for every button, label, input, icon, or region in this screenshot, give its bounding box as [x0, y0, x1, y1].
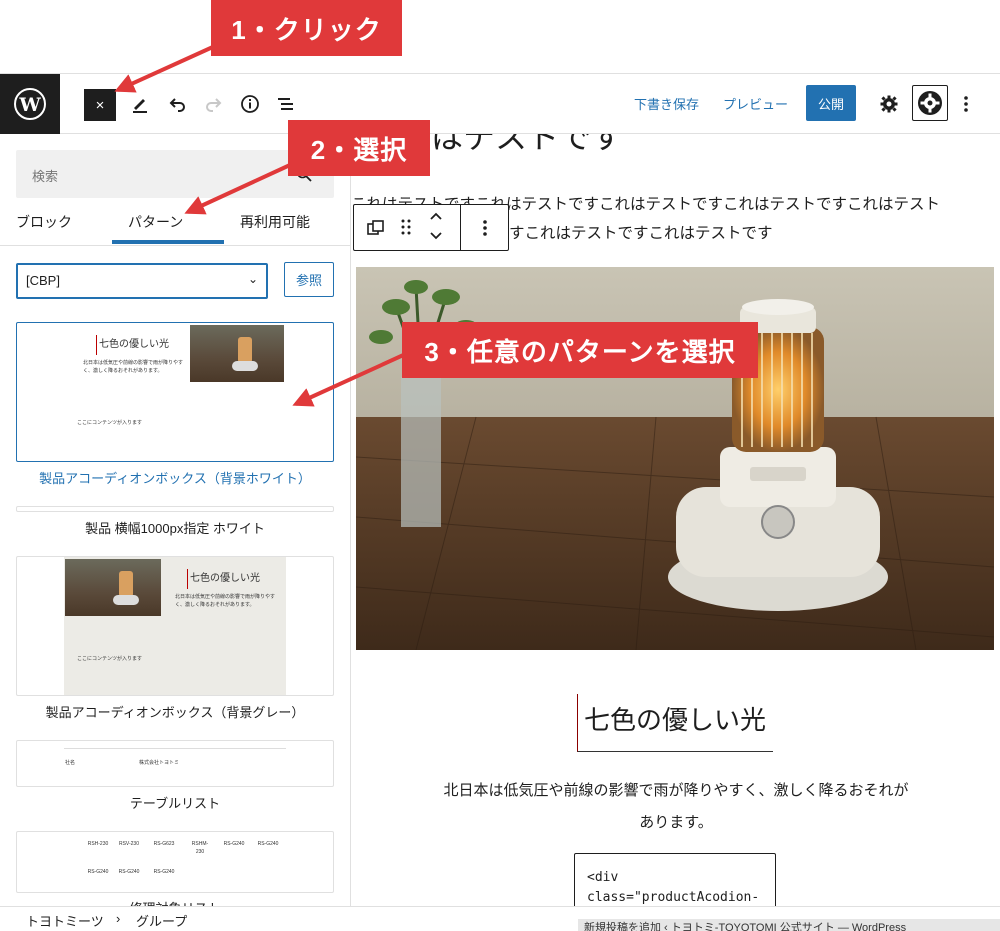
annotation-step3: 3・任意のパターンを選択: [402, 322, 758, 378]
content-heading[interactable]: 七色の優しい光: [577, 694, 773, 752]
active-tab-indicator: [112, 240, 224, 244]
search-input[interactable]: 検索: [16, 150, 334, 198]
preview-item: RS-G240: [257, 841, 279, 847]
breadcrumb-item-document[interactable]: トヨトミーツ: [26, 911, 104, 930]
chevron-down-icon: ⌄: [247, 272, 258, 286]
preview-placeholder: ここにコンテンツが入ります: [77, 420, 143, 426]
breadcrumb-item-group[interactable]: グループ: [136, 911, 187, 930]
inserter-panel: 検索 ブロック パターン 再利用可能 [CBP] ⌄ 参照 七色の優しい光 北日…: [0, 134, 351, 906]
drag-handle[interactable]: [400, 217, 412, 242]
list-view-icon: [278, 98, 293, 110]
preview-item: RSV-230: [118, 841, 139, 847]
move-down-button[interactable]: [429, 229, 443, 248]
preview-heading-accent: [187, 569, 188, 589]
close-inserter-button[interactable]: ×: [84, 89, 116, 121]
pattern-preview-width-1000[interactable]: [16, 506, 334, 512]
wordpress-icon: W: [14, 88, 46, 120]
wordpress-logo[interactable]: W: [0, 74, 60, 134]
pattern-preview-accordion-white[interactable]: 七色の優しい光 北日本は低気圧や前線の影響で雨が降りやすく、激しく降るおそれがあ…: [16, 322, 334, 462]
drag-handle-icon: [401, 219, 411, 235]
tab-patterns[interactable]: パターン: [128, 212, 183, 232]
html-block[interactable]: <div class="productAcodion-: [574, 853, 776, 906]
options-button[interactable]: [950, 88, 982, 120]
code-line: class="productAcodion-: [587, 890, 760, 905]
close-icon: ×: [95, 96, 105, 114]
editor-screen: W × 下書き保存 プレビュー 公開 検索 ブロック パターン 再利用可能 [C…: [0, 0, 1000, 931]
browse-patterns-button[interactable]: 参照: [284, 262, 334, 297]
toolbar-divider: [460, 205, 461, 250]
code-line: <div: [587, 870, 619, 885]
pattern-category-select[interactable]: [CBP] ⌄: [16, 263, 268, 299]
pattern-preview-table-list[interactable]: 社名 株式会社トヨトミ: [16, 740, 334, 787]
details-button[interactable]: [234, 88, 266, 120]
preview-placeholder: ここにコンテンツが入ります: [77, 656, 143, 662]
preview-item: RS-G623: [153, 841, 175, 847]
preview-heater-image: [65, 559, 161, 616]
preview-text: 北日本は低気圧や前線の影響で雨が降りやすく、激しく降るおそれがあります。: [83, 360, 184, 374]
undo-button[interactable]: [162, 88, 194, 120]
preview-text: 北日本は低気圧や前線の影響で雨が降りやすく、激しく降るおそれがあります。: [175, 594, 276, 608]
pattern-preview-repair-list[interactable]: RSH-230 RSV-230 RS-G623 RSHM-230 RS-G240…: [16, 831, 334, 893]
pattern-label-accordion-gray[interactable]: 製品アコーディオンボックス（背景グレー）: [16, 702, 334, 721]
breadcrumb-separator: ›: [116, 911, 121, 926]
gear-icon: [880, 95, 898, 113]
block-options-button[interactable]: [482, 218, 488, 243]
plugin-gear-icon: [918, 91, 942, 115]
preview-table-rule: [64, 748, 286, 749]
block-toolbar: [353, 204, 509, 251]
preview-item: RSH-230: [87, 841, 109, 847]
preview-heater-image: [190, 325, 284, 382]
list-view-button[interactable]: [270, 88, 302, 120]
browser-status-tooltip: 新規投稿を追加 ‹ トヨトミ-TOYOTOMI 公式サイト — WordPres…: [578, 919, 1000, 931]
pencil-icon: [133, 99, 147, 113]
preview-item: RS-G240: [118, 869, 140, 875]
transform-block-button[interactable]: [366, 218, 386, 243]
preview-heading: 七色の優しい光: [99, 339, 169, 350]
preview-heading: 七色の優しい光: [190, 573, 260, 584]
tab-blocks[interactable]: ブロック: [16, 212, 72, 232]
content-paragraph-line: あります。: [639, 813, 713, 831]
redo-button[interactable]: [197, 88, 229, 120]
tools-button[interactable]: [124, 88, 156, 120]
pattern-label-repair-list[interactable]: 修理対象リスト: [16, 898, 334, 906]
chevron-down-icon: [430, 232, 442, 240]
undo-icon: [169, 98, 185, 112]
preview-table-col1: 社名: [65, 760, 76, 766]
info-icon: [241, 95, 259, 113]
tab-reusable[interactable]: 再利用可能: [240, 212, 310, 232]
post-heading-partial[interactable]: はテストです: [431, 134, 623, 158]
content-paragraph-line: 北日本は低気圧や前線の影響で雨が降りやすく、激しく降るおそれが: [443, 781, 909, 799]
chevron-up-icon: [430, 212, 442, 220]
preview-item: RS-G240: [153, 869, 175, 875]
annotation-step2: 2・選択: [288, 120, 430, 176]
pattern-preview-accordion-gray[interactable]: 七色の優しい光 北日本は低気圧や前線の影響で雨が降りやすく、激しく降るおそれがあ…: [16, 556, 334, 696]
search-placeholder: 検索: [32, 169, 59, 184]
redo-icon: [206, 98, 222, 112]
content-paragraph[interactable]: 北日本は低気圧や前線の影響で雨が降りやすく、激しく降るおそれが あります。: [401, 774, 951, 838]
move-up-button[interactable]: [429, 209, 443, 228]
annotation-step1: 1・クリック: [211, 0, 402, 56]
more-vertical-icon: [964, 96, 968, 112]
preview-table-col2: 株式会社トヨトミ: [139, 760, 180, 766]
editor-canvas: はテストです これはテストですこれはテストですこれはテストですこれはテストですこ…: [351, 134, 1000, 906]
more-vertical-icon: [483, 220, 487, 236]
preview-item: RSHM-230: [191, 841, 209, 855]
pattern-label-accordion-white[interactable]: 製品アコーディオンボックス（背景ホワイト）: [16, 468, 334, 487]
preview-item: RS-G240: [87, 869, 109, 875]
preview-item: RS-G240: [223, 841, 245, 847]
block-breadcrumb-bar: トヨトミーツ › グループ 新規投稿を追加 ‹ トヨトミ-TOYOTOMI 公式…: [0, 906, 1000, 931]
preview-heading-accent: [96, 335, 97, 355]
pattern-label-table-list[interactable]: テーブルリスト: [16, 793, 334, 812]
preview-button[interactable]: プレビュー: [723, 94, 788, 113]
pattern-label-width-1000[interactable]: 製品 横幅1000px指定 ホワイト: [16, 518, 334, 537]
publish-button[interactable]: 公開: [806, 85, 856, 121]
copy-icon: [367, 220, 384, 235]
save-draft-button[interactable]: 下書き保存: [634, 94, 699, 113]
svg-text:W: W: [18, 94, 41, 116]
plugin-toggle-button[interactable]: [912, 85, 948, 121]
selected-category: [CBP]: [26, 273, 60, 288]
settings-button[interactable]: [873, 88, 905, 120]
editor-toolbar: W × 下書き保存 プレビュー 公開: [0, 73, 1000, 134]
